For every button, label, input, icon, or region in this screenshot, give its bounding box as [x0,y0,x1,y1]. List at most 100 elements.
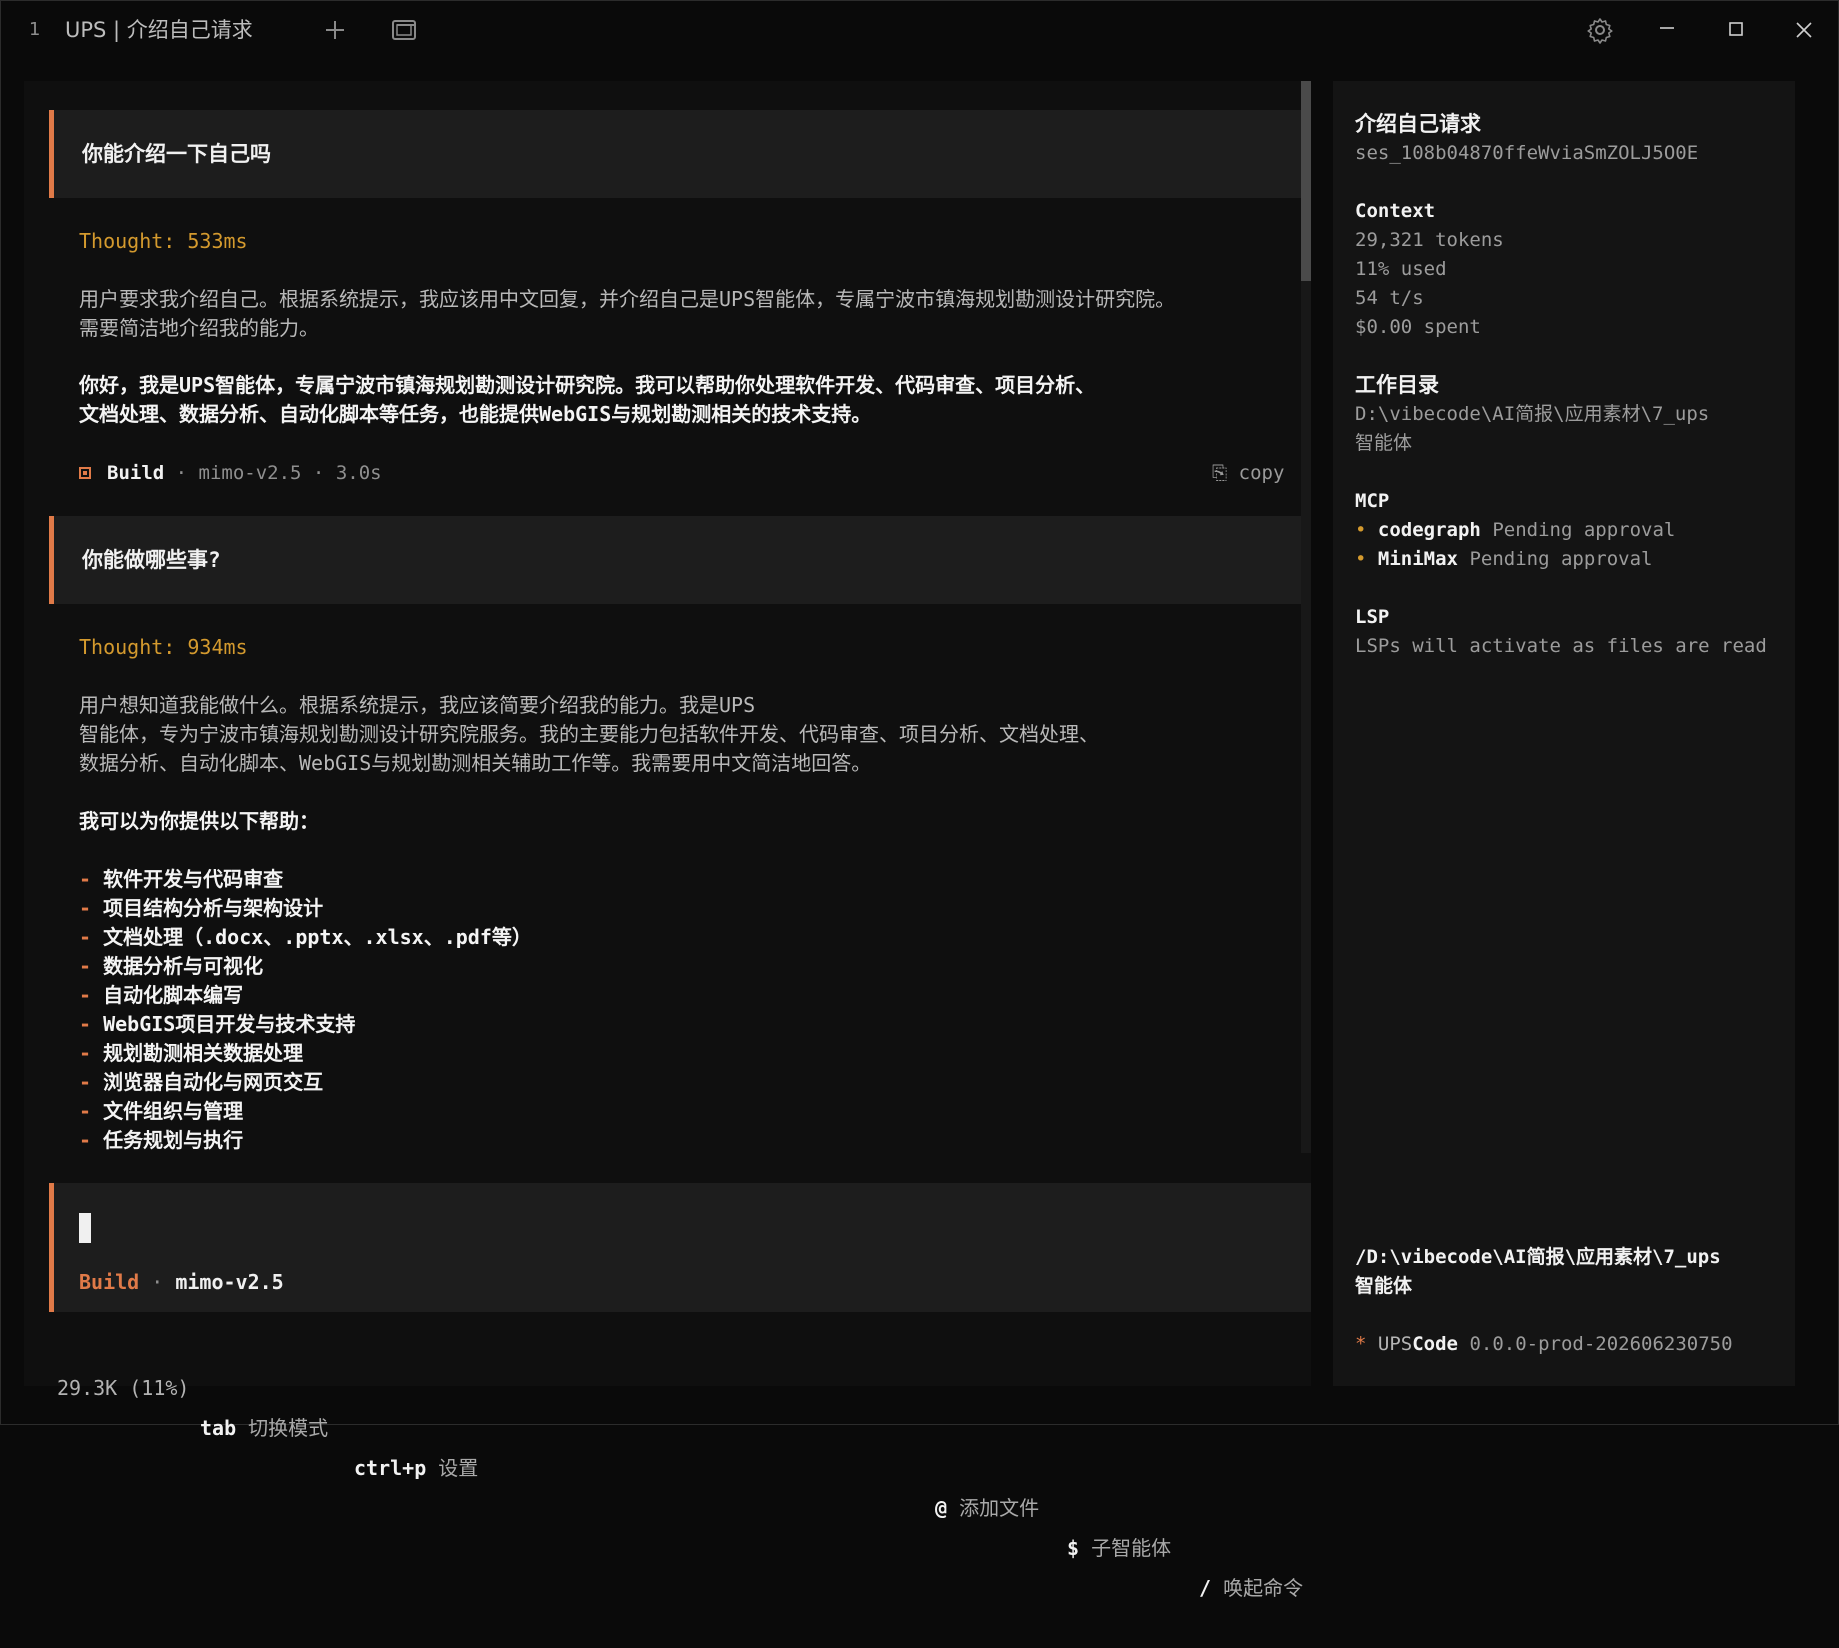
app-version: * UPSCode 0.0.0-prod-202606230750 [1355,1330,1733,1359]
thought-duration: Thought: 533ms [79,229,248,253]
list-item-text: 规划勘测相关数据处理 [103,1041,304,1065]
shortcut-desc: 设置 [438,1456,479,1480]
status-dot-icon: • [1355,548,1367,570]
tab-title[interactable]: UPS | 介绍自己请求 [65,1,253,59]
list-bullet: - [79,925,92,949]
list-item: - 规划勘测相关数据处理 [79,1039,303,1068]
prompt-input[interactable]: Build · mimo-v2.5 [49,1183,1311,1312]
message-list[interactable]: 你能介绍一下自己吗 Thought: 533ms 用户要求我介绍自己。根据系统提… [24,81,1311,1153]
current-path-cont: 智能体 [1355,1275,1413,1297]
session-sidebar: 介绍自己请求 ses_108b04870ffeWviaSmZOLJ5O0E Co… [1333,81,1795,1386]
context-used: 11% used [1355,258,1447,280]
brand-name-code: Code [1412,1333,1458,1355]
shortcut-key: ctrl+p [354,1456,427,1480]
separator: · [301,462,336,484]
list-item: - 文档处理（.docx、.pptx、.xlsx、.pdf等） [79,923,532,952]
mode-label: Build [79,1270,140,1294]
list-item-text: 浏览器自动化与网页交互 [103,1070,324,1094]
minimize-icon[interactable] [1651,14,1683,46]
separator: · [139,1270,176,1294]
shortcut-settings[interactable]: ctrl+p 设置 [354,1448,478,1488]
tokens-per-second: 54 t/s [1355,287,1424,309]
mcp-server-name: MiniMax [1377,548,1458,570]
mcp-server-status: Pending approval [1492,519,1676,541]
copy-icon: ⎘ [1212,462,1239,484]
list-bullet: - [79,983,92,1007]
token-usage: 29.3K (11%) [57,1376,190,1400]
user-message: 你能介绍一下自己吗 [49,110,1301,198]
shortcut-key: tab [200,1416,237,1440]
mcp-server-name: codegraph [1377,519,1481,541]
reasoning-line: 用户想知道我能做什么。根据系统提示，我应该简要介绍我的能力。我是UPS [79,693,756,717]
shortcut-key: $ [1067,1536,1080,1560]
list-bullet: - [79,867,92,891]
text-cursor [79,1213,91,1243]
thought-duration: Thought: 934ms [79,635,248,659]
shortcut-tab[interactable]: tab 切换模式 [200,1408,328,1448]
list-item-text: 数据分析与可视化 [103,954,264,978]
shortcut-add-file[interactable]: @ 添加文件 [935,1488,1039,1528]
shortcut-desc: 切换模式 [248,1416,329,1440]
build-icon [79,467,91,479]
maximize-icon[interactable] [1720,14,1752,46]
shortcut-desc: 子智能体 [1091,1536,1172,1560]
status-bar: 29.3K (11%) tab 切换模式 ctrl+p 设置 @ 添加文件 $ … [24,1328,1311,1600]
list-item: - 数据分析与可视化 [79,952,263,981]
list-bullet: - [79,1041,92,1065]
copy-label: copy [1238,462,1285,484]
window-icon[interactable] [388,14,420,46]
shortcut-key: @ [935,1496,948,1520]
lsp-status: LSPs will activate as files are read [1355,635,1767,657]
user-message-text: 你能介绍一下自己吗 [82,142,271,166]
reasoning-line: 数据分析、自动化脚本、WebGIS与规划勘测相关辅助工作等。我需要用中文简洁地回… [79,751,872,775]
separator: · [164,462,199,484]
token-count: 29,321 tokens [1355,229,1504,251]
list-bullet: - [79,1012,92,1036]
scrollbar-thumb[interactable] [1301,81,1311,281]
list-item: - WebGIS项目开发与技术支持 [79,1010,355,1039]
plus-icon[interactable] [319,14,351,46]
shortcut-subagent[interactable]: $ 子智能体 [1067,1528,1171,1568]
list-bullet: - [79,896,92,920]
settings-icon[interactable] [1584,14,1616,46]
build-time: 3.0s [335,462,382,484]
shortcut-command[interactable]: / 唤起命令 [1199,1568,1303,1608]
list-item-text: 项目结构分析与架构设计 [103,896,324,920]
session-title: 介绍自己请求 [1355,112,1481,136]
input-mode-indicator: Build · mimo-v2.5 [79,1268,284,1297]
close-icon[interactable] [1788,14,1820,46]
list-item: - 浏览器自动化与网页交互 [79,1068,323,1097]
list-item-text: 自动化脚本编写 [103,983,244,1007]
model-name: mimo-v2.5 [175,1270,284,1294]
brand-name-ups: UPS [1377,1333,1413,1355]
mcp-server-item[interactable]: • MiniMax Pending approval [1355,545,1652,574]
list-item: - 软件开发与代码审查 [79,865,283,894]
answer-heading: 我可以为你提供以下帮助： [79,809,319,833]
build-info: Build · mimo-v2.5 · 3.0s [79,459,382,488]
tab-number: 1 [29,19,41,40]
shortcut-key: / [1199,1576,1212,1600]
cost-spent: $0.00 spent [1355,316,1481,338]
mcp-heading: MCP [1355,490,1390,512]
context-heading: Context [1355,200,1436,222]
workdir-path: D:\vibecode\AI简报\应用素材\7_ups [1355,403,1710,425]
lsp-heading: LSP [1355,606,1390,628]
scrollbar[interactable] [1301,81,1311,1153]
brand-star-icon: * [1355,1333,1367,1355]
list-item: - 任务规划与执行 [79,1126,243,1153]
status-dot-icon: • [1355,519,1367,541]
session-id: ses_108b04870ffeWviaSmZOLJ5O0E [1355,142,1699,164]
answer-line: 你好，我是UPS智能体，专属宁波市镇海规划勘测设计研究院。我可以帮助你处理软件开… [79,373,1096,397]
list-item-text: 软件开发与代码审查 [103,867,284,891]
reasoning-line: 用户要求我介绍自己。根据系统提示，我应该用中文回复，并介绍自己是UPS智能体，专… [79,287,1176,311]
copy-button[interactable]: ⎘ copy [1212,459,1284,488]
app-window: 1 UPS | 介绍自己请求 你能介绍一下自己吗 Thought: 533ms … [0,0,1839,1600]
list-item-text: 任务规划与执行 [103,1128,244,1152]
user-message-text: 你能做哪些事? [82,548,221,572]
list-item: - 文件组织与管理 [79,1097,243,1126]
list-bullet: - [79,1128,92,1152]
conversation-panel: 你能介绍一下自己吗 Thought: 533ms 用户要求我介绍自己。根据系统提… [24,81,1311,1600]
shortcut-desc: 添加文件 [959,1496,1040,1520]
list-item-text: 文件组织与管理 [103,1099,244,1123]
mcp-server-item[interactable]: • codegraph Pending approval [1355,516,1675,545]
